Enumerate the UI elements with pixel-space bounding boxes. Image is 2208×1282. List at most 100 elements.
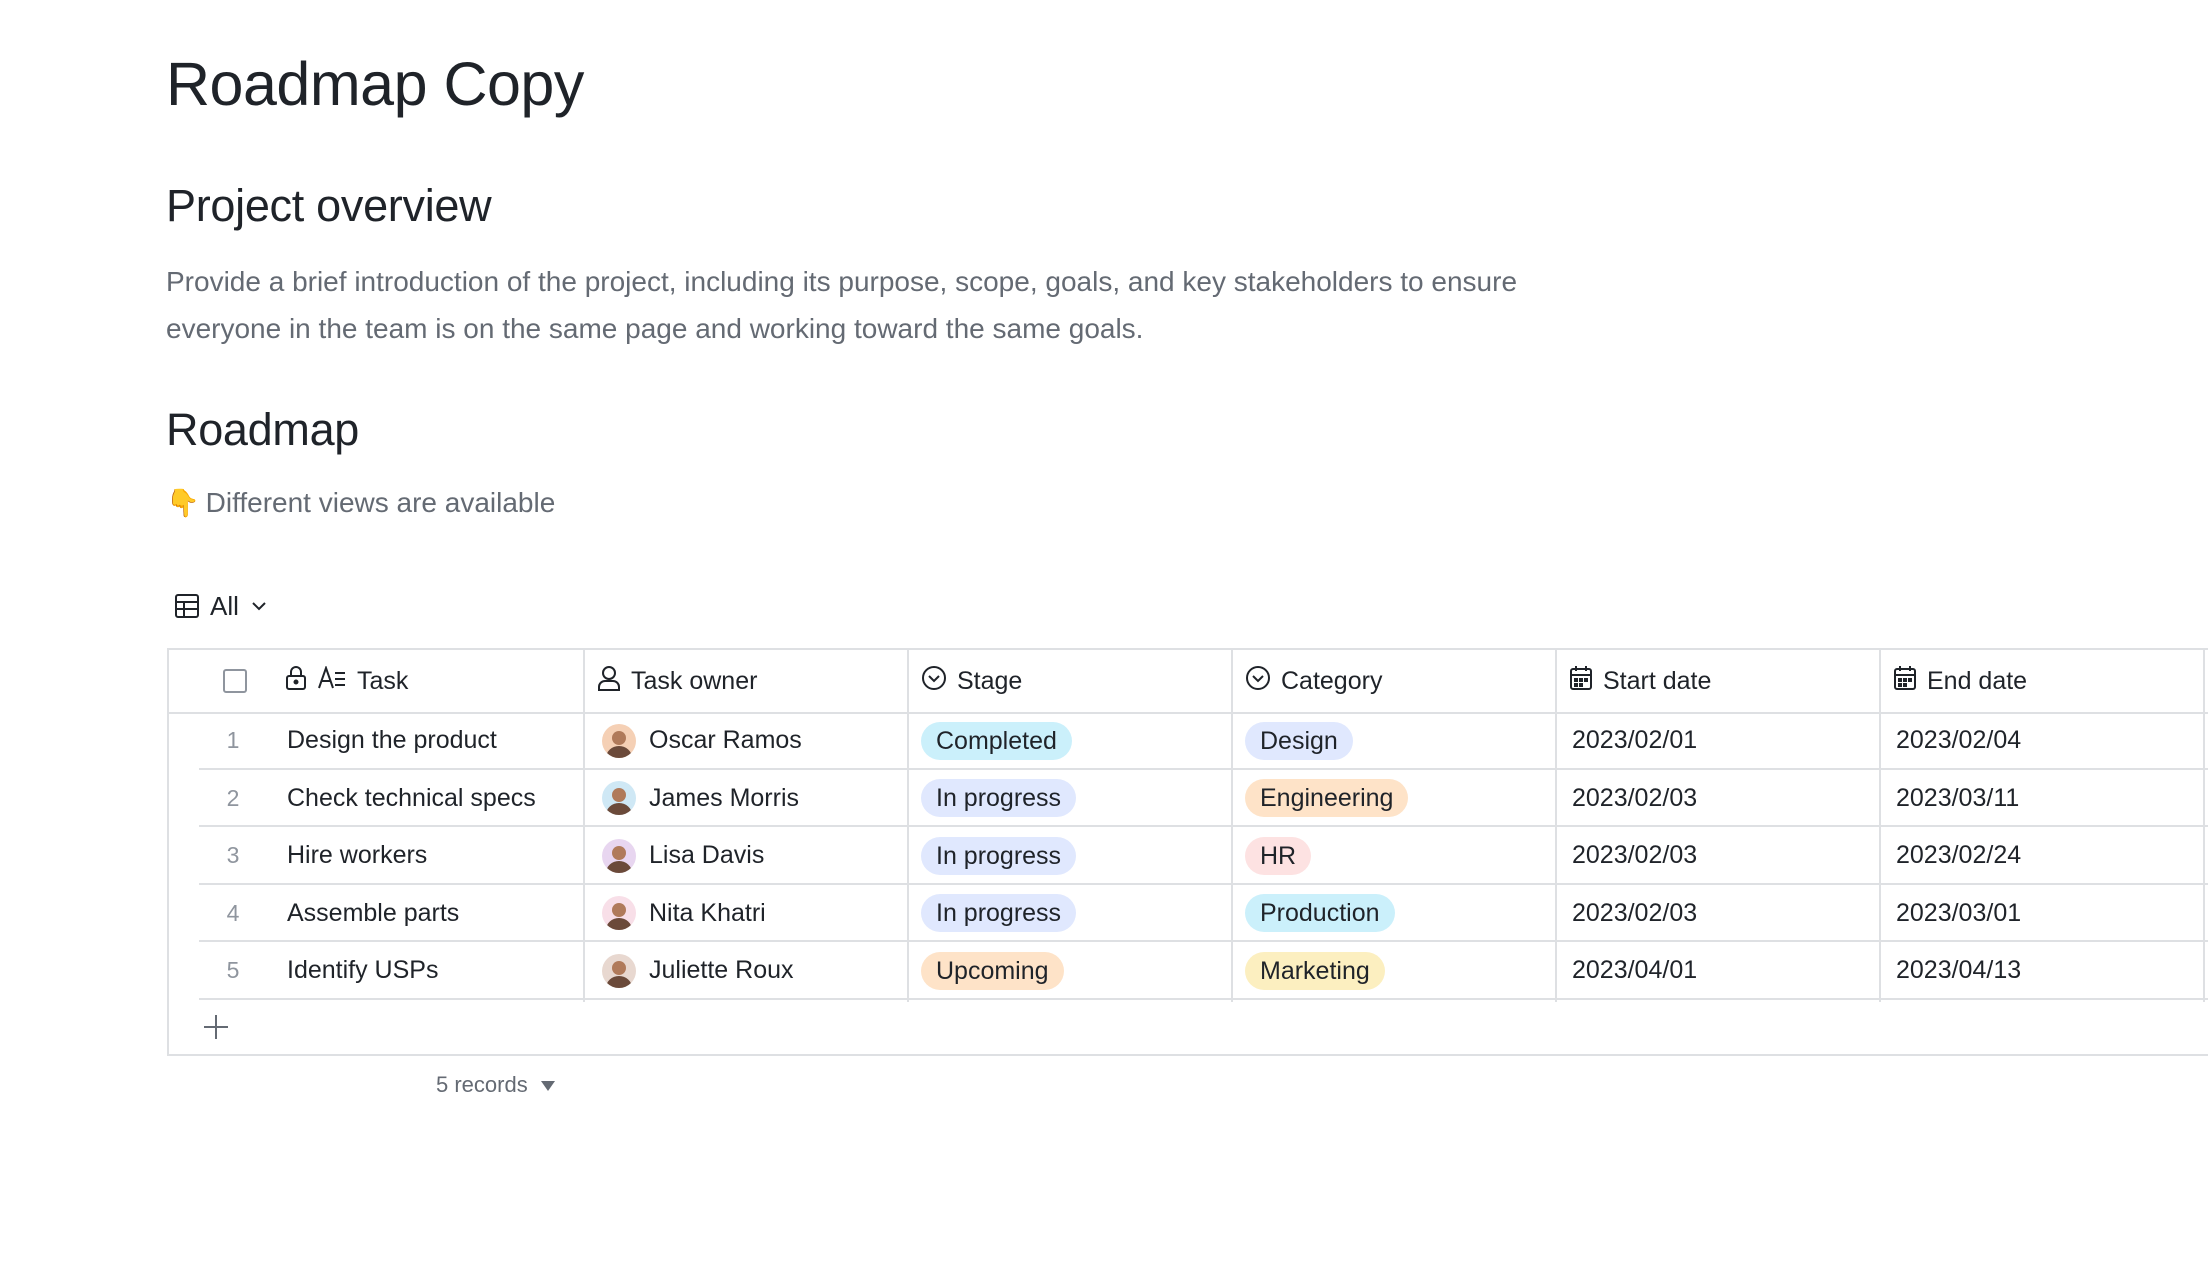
- end-date-cell[interactable]: 2023/02/24: [1896, 827, 2196, 884]
- start-date-cell[interactable]: 2023/02/03: [1572, 885, 1872, 942]
- table-row[interactable]: 2 Check technical specs James Morris In pro…: [169, 770, 2208, 827]
- column-header-start-date[interactable]: Start date: [1569, 650, 1869, 712]
- category-tag: HR: [1245, 836, 1312, 875]
- column-header-category[interactable]: Category: [1245, 650, 1545, 712]
- avatar: [602, 953, 636, 988]
- records-count-dropdown[interactable]: 5 records: [436, 1072, 556, 1098]
- column-label-start-date: Start date: [1603, 666, 1712, 695]
- stage-tag: Upcoming: [921, 951, 1064, 990]
- owner-name: James Morris: [649, 783, 800, 812]
- category-cell[interactable]: Design: [1245, 712, 1545, 769]
- overview-paragraph: Provide a brief introduction of the proj…: [166, 266, 1518, 344]
- chevron-down-icon: [249, 596, 269, 616]
- view-label: All: [210, 590, 239, 621]
- start-date-cell[interactable]: 2023/04/01: [1572, 942, 1872, 999]
- grid-table-icon: [174, 593, 200, 619]
- roadmap-table: Task Task owner Stage Category Start dat…: [167, 648, 2208, 1056]
- row-divider: [199, 998, 2208, 1000]
- task-owner-cell[interactable]: Juliette Roux: [602, 942, 902, 999]
- owner-name: Oscar Ramos: [649, 726, 802, 754]
- table-row[interactable]: 4 Assemble parts Nita Khatri In progress Pro…: [169, 885, 2208, 942]
- stage-tag: In progress: [921, 894, 1077, 933]
- task-owner-cell[interactable]: James Morris: [602, 770, 902, 827]
- table-row[interactable]: 3 Hire workers Lisa Davis In progress HR 2023…: [169, 827, 2208, 884]
- row-number: 5: [226, 957, 240, 984]
- page-title: Roadmap Copy: [166, 50, 584, 118]
- column-header-end-date[interactable]: End date: [1893, 650, 2193, 712]
- single-select-icon: [1245, 665, 1271, 698]
- person-icon: [597, 665, 621, 698]
- start-date-cell[interactable]: 2023/02/01: [1572, 712, 1872, 769]
- start-date-cell[interactable]: 2023/02/03: [1572, 827, 1872, 884]
- plus-icon: [201, 1015, 231, 1046]
- owner-name: Nita Khatri: [649, 898, 766, 927]
- pointing-down-emoji: 👇: [166, 488, 200, 518]
- row-number: 1: [226, 727, 240, 753]
- owner-name: Lisa Davis: [649, 841, 765, 870]
- task-owner-cell[interactable]: Lisa Davis: [602, 827, 902, 884]
- category-cell[interactable]: Marketing: [1245, 942, 1545, 999]
- stage-cell[interactable]: In progress: [921, 770, 1221, 827]
- column-label-task: Task: [357, 666, 409, 695]
- select-all-checkbox[interactable]: [215, 650, 255, 712]
- row-number: 2: [226, 784, 240, 811]
- views-hint-text: Different views are available: [205, 487, 556, 518]
- section-heading-overview: Project overview: [166, 180, 492, 231]
- task-owner-cell[interactable]: Oscar Ramos: [602, 712, 902, 769]
- avatar: [602, 838, 636, 873]
- avatar: [602, 723, 636, 758]
- column-divider: [583, 650, 585, 1002]
- column-divider: [907, 650, 909, 1002]
- section-heading-roadmap: Roadmap: [166, 404, 360, 455]
- category-tag: Production: [1245, 894, 1395, 933]
- column-label-task-owner: Task owner: [631, 666, 758, 695]
- category-cell[interactable]: Production: [1245, 885, 1545, 942]
- view-switcher[interactable]: All: [174, 588, 269, 624]
- end-date-cell[interactable]: 2023/03/01: [1896, 885, 2196, 942]
- owner-name: Juliette Roux: [649, 956, 794, 985]
- end-date-cell[interactable]: 2023/04/13: [1896, 942, 2196, 999]
- category-cell[interactable]: HR: [1245, 827, 1545, 884]
- column-divider: [1231, 650, 1233, 1002]
- text-field-icon: [317, 664, 347, 697]
- lock-icon: [285, 665, 307, 698]
- records-count: 5 records: [436, 1072, 528, 1097]
- row-number: 4: [226, 899, 240, 926]
- end-date-cell[interactable]: 2023/02/04: [1896, 712, 2196, 769]
- category-tag: Engineering: [1245, 779, 1409, 818]
- column-label-category: Category: [1281, 666, 1383, 695]
- calendar-icon: [1893, 665, 1917, 698]
- task-cell[interactable]: Hire workers: [287, 827, 577, 884]
- column-header-stage[interactable]: Stage: [921, 650, 1221, 712]
- stage-tag: In progress: [921, 779, 1077, 818]
- category-tag: Marketing: [1245, 951, 1385, 990]
- column-label-stage: Stage: [957, 666, 1023, 695]
- column-divider: [1555, 650, 1557, 1002]
- task-cell[interactable]: Identify USPs: [287, 942, 577, 999]
- task-cell[interactable]: Assemble parts: [287, 885, 577, 942]
- caret-down-icon: [540, 1072, 556, 1098]
- stage-cell[interactable]: In progress: [921, 827, 1221, 884]
- stage-tag: In progress: [921, 836, 1077, 875]
- column-header-task-owner[interactable]: Task owner: [597, 650, 897, 712]
- stage-tag: Completed: [921, 721, 1072, 760]
- task-cell[interactable]: Design the product: [287, 712, 577, 769]
- avatar: [602, 896, 636, 931]
- row-number: 3: [226, 842, 240, 869]
- column-header-task[interactable]: Task: [285, 650, 575, 712]
- column-label-end-date: End date: [1927, 666, 2028, 695]
- add-record-button[interactable]: [201, 1012, 231, 1042]
- stage-cell[interactable]: In progress: [921, 885, 1221, 942]
- column-divider: [2203, 650, 2205, 1002]
- stage-cell[interactable]: Completed: [921, 712, 1221, 769]
- start-date-cell[interactable]: 2023/02/03: [1572, 770, 1872, 827]
- column-divider: [1879, 650, 1881, 1002]
- task-owner-cell[interactable]: Nita Khatri: [602, 885, 902, 942]
- stage-cell[interactable]: Upcoming: [921, 942, 1221, 999]
- table-row[interactable]: 1 Design the product Oscar Ramos Completed D…: [169, 712, 2208, 769]
- task-cell[interactable]: Check technical specs: [287, 770, 577, 827]
- category-cell[interactable]: Engineering: [1245, 770, 1545, 827]
- table-row[interactable]: 5 Identify USPs Juliette Roux Upcoming Marke…: [169, 942, 2208, 999]
- table-header-row: Task Task owner Stage Category Start dat…: [169, 650, 2208, 714]
- end-date-cell[interactable]: 2023/03/11: [1896, 770, 2196, 827]
